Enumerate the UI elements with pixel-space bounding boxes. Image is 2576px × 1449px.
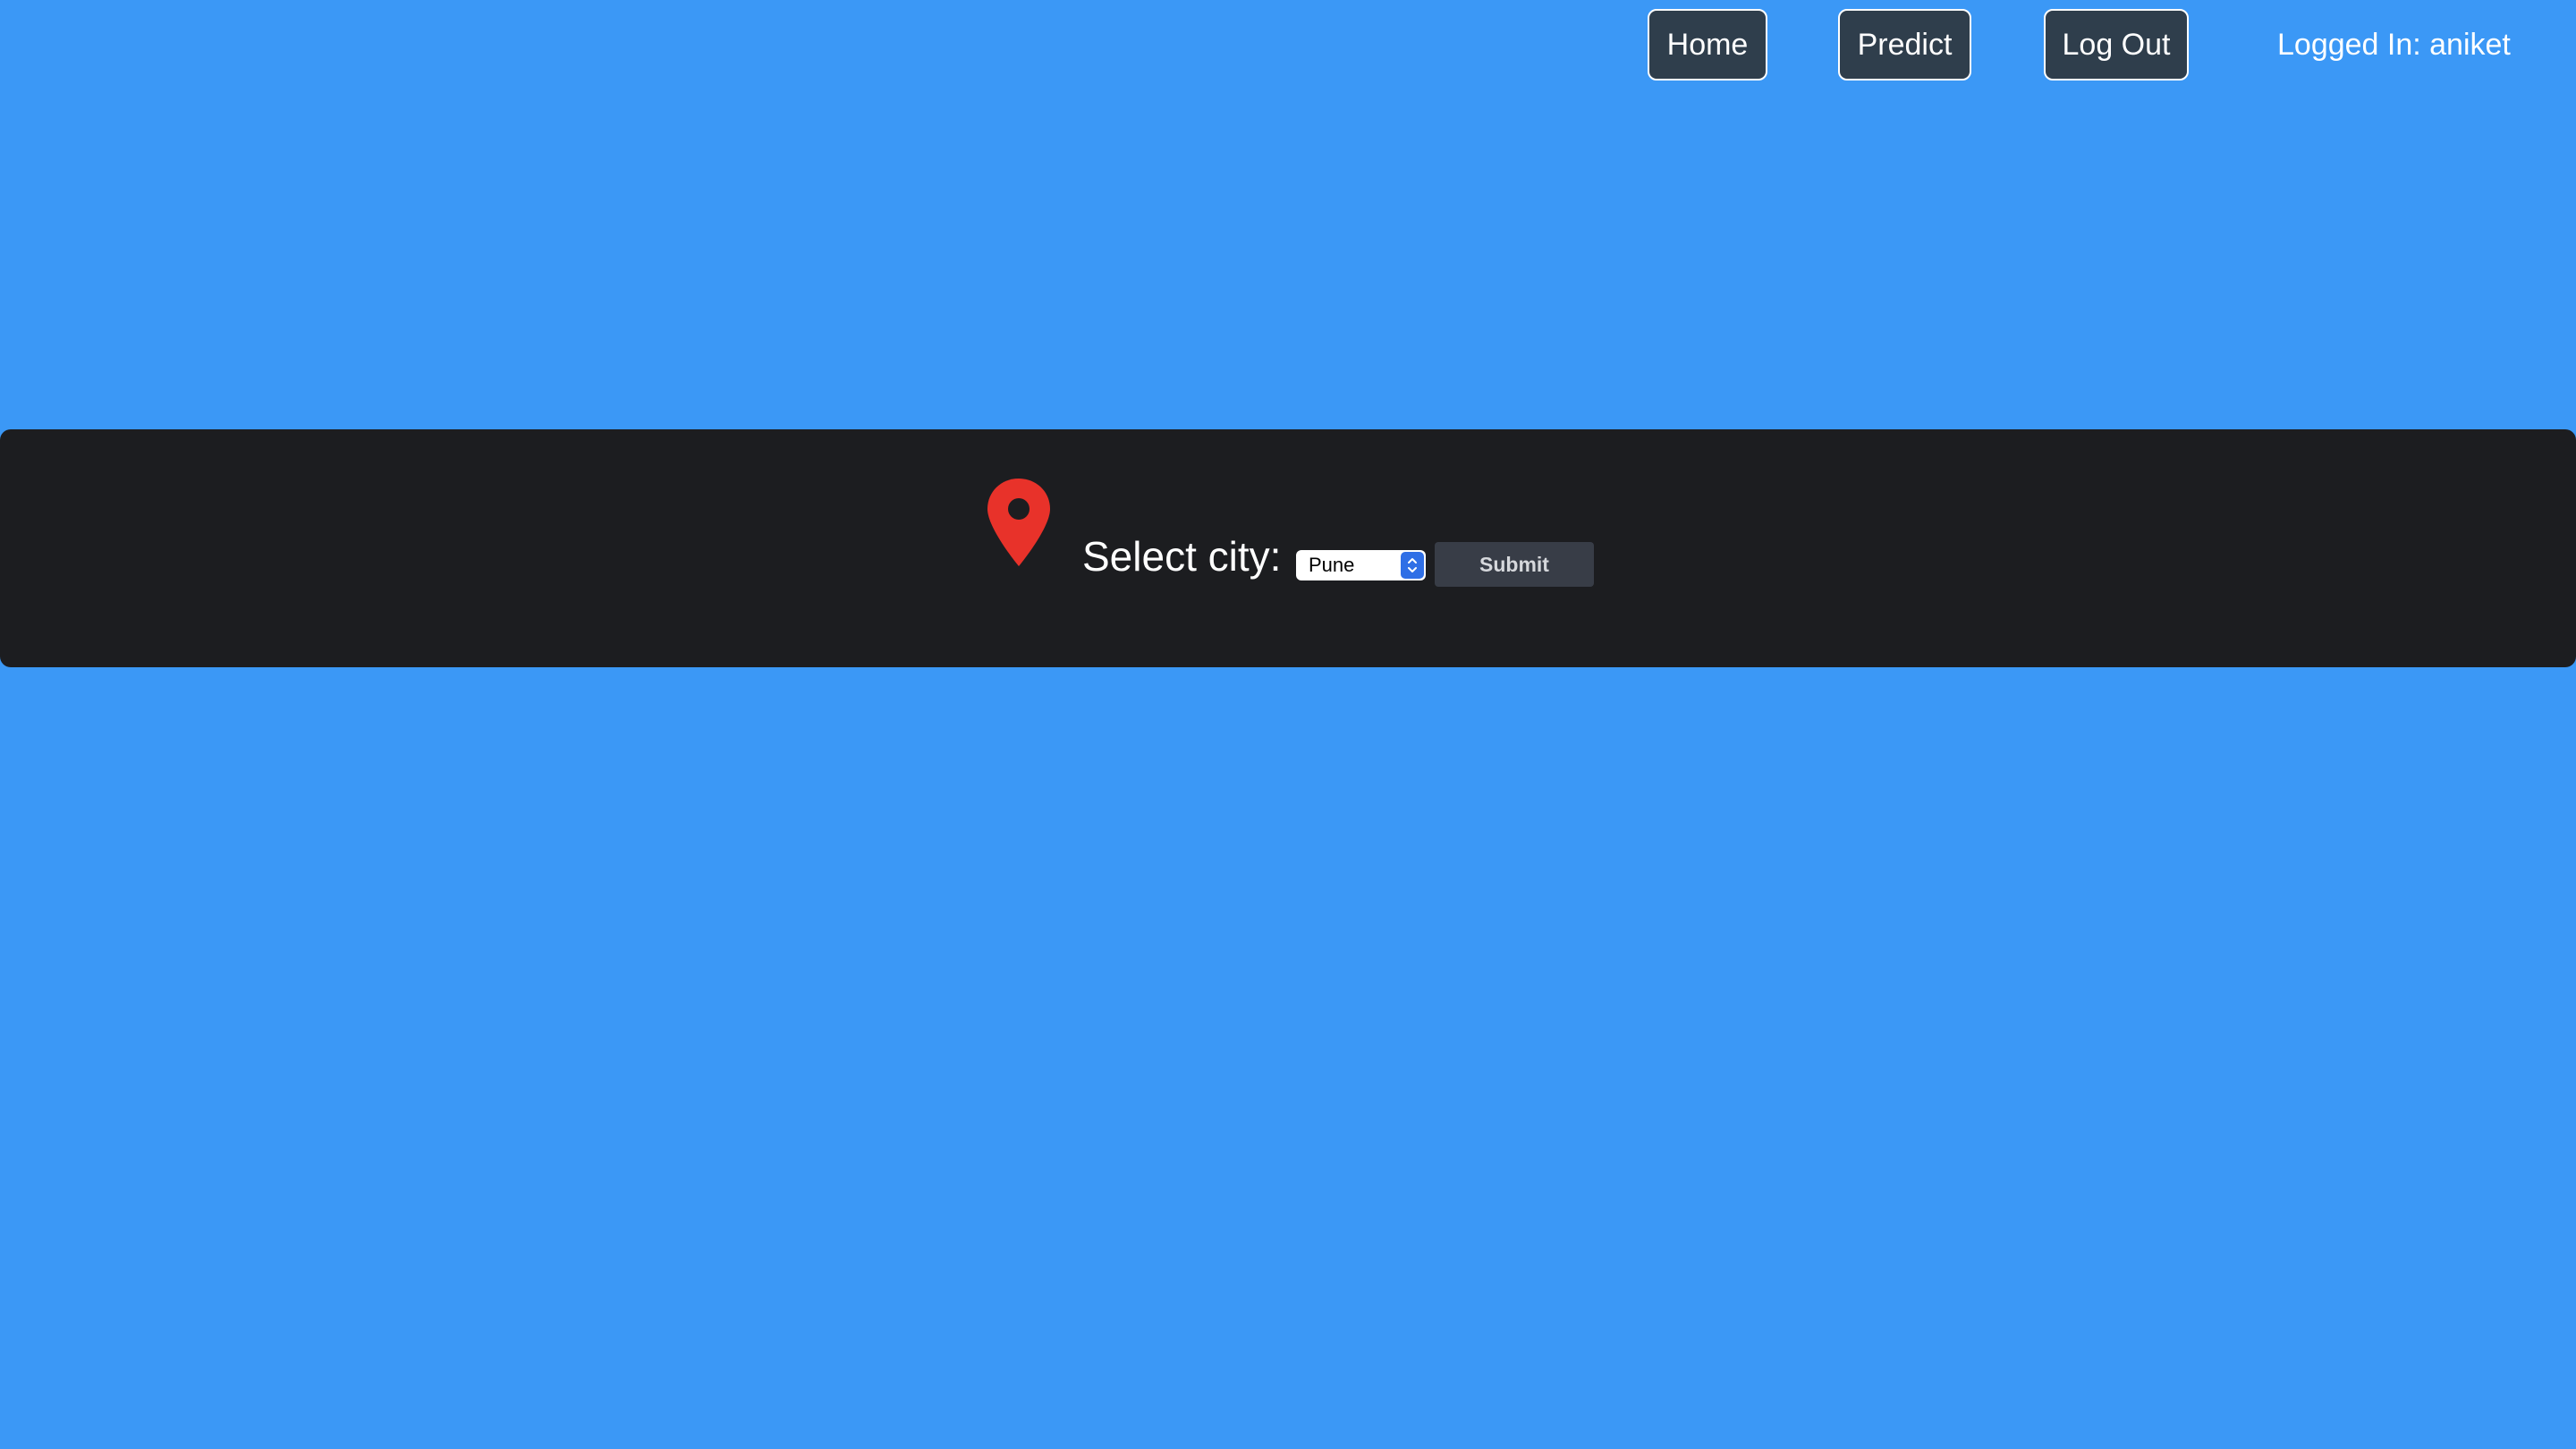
submit-button[interactable]: Submit [1435,542,1594,587]
city-select[interactable]: Pune [1296,550,1426,580]
top-nav: Home Predict Log Out Logged In: aniket [0,0,2576,89]
page: Home Predict Log Out Logged In: aniket S… [0,0,2576,1449]
select-city-label: Select city: [1082,533,1282,580]
logout-button[interactable]: Log Out [2044,9,2189,80]
city-select-panel [0,429,2576,667]
city-select-value: Pune [1309,554,1355,576]
home-button[interactable]: Home [1648,9,1767,80]
predict-button[interactable]: Predict [1838,9,1971,80]
logged-in-user: Logged In: aniket [2277,28,2511,62]
select-arrows-icon [1401,552,1424,579]
map-pin-icon [987,479,1050,566]
